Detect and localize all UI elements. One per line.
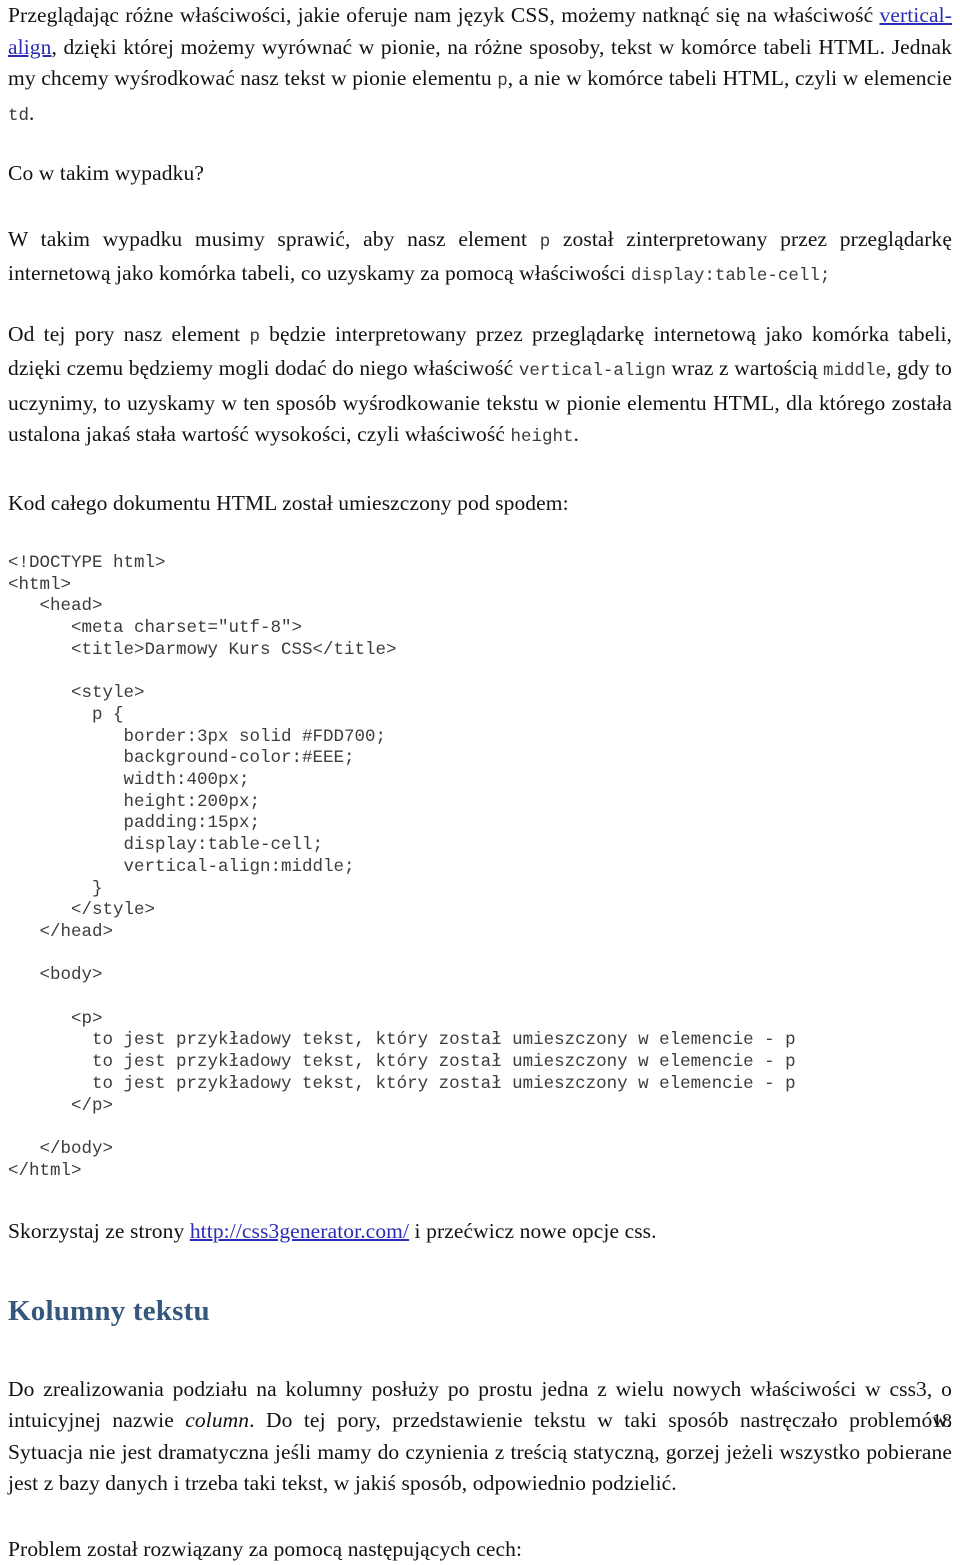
html-code-listing: <!DOCTYPE html> <html> <head> <meta char… — [8, 553, 796, 1181]
paragraph-solution-intro: Problem został rozwiązany za pomocą nast… — [8, 1536, 523, 1561]
paragraph-code-intro: Kod całego dokumentu HTML został umieszc… — [8, 490, 569, 515]
paragraph-vertical-align-text-5: . — [573, 422, 579, 446]
paragraph-intro-text-4: . — [29, 100, 35, 125]
page-number: 18 — [932, 1410, 952, 1432]
inline-code-p: p — [497, 71, 508, 91]
inline-code-p-3: p — [249, 326, 260, 347]
inline-code-td: td — [8, 105, 30, 126]
paragraph-vertical-align-text-3: wraz z wartością — [665, 356, 823, 380]
paragraph-intro: Przeglądając różne właściwości, jakie of… — [8, 0, 952, 132]
paragraph-columns-description: Do zrealizowania podziału na kolumny pos… — [8, 1374, 952, 1500]
paragraph-intro-text-1: Przeglądając różne właściwości, jakie of… — [8, 3, 880, 27]
paragraph-table-cell-text-1: W takim wypadku musimy sprawić, aby nasz… — [8, 226, 540, 251]
paragraph-question: Co w takim wypadku? — [8, 161, 204, 185]
paragraph-generator-text-1: Skorzystaj ze strony — [8, 1219, 190, 1244]
paragraph-generator-text-2: i przećwicz nowe opcje css. — [409, 1219, 657, 1244]
emphasis-column: column — [185, 1408, 250, 1433]
inline-code-middle: middle — [823, 361, 887, 381]
inline-code-height: height — [510, 427, 574, 447]
css3generator-link[interactable]: http://css3generator.com/ — [190, 1219, 409, 1243]
paragraph-vertical-align-text-1: Od tej pory nasz element — [8, 321, 250, 346]
paragraph-generator-link: Skorzystaj ze strony http://css3generato… — [8, 1216, 952, 1248]
paragraph-vertical-align: Od tej pory nasz element p będzie interp… — [8, 319, 952, 454]
inline-code-vertical-align: vertical-align — [518, 361, 666, 381]
section-heading-kolumny-tekstu: Kolumny tekstu — [8, 1294, 210, 1327]
document-page: Przeglądając różne właściwości, jakie of… — [0, 0, 960, 1561]
paragraph-table-cell: W takim wypadku musimy sprawić, aby nasz… — [8, 224, 952, 293]
inline-code-p-2: p — [539, 231, 551, 252]
inline-code-display-table-cell: display:table-cell; — [630, 266, 831, 286]
paragraph-intro-text-3: , a nie w komórce tabeli HTML, czyli w e… — [507, 66, 952, 90]
